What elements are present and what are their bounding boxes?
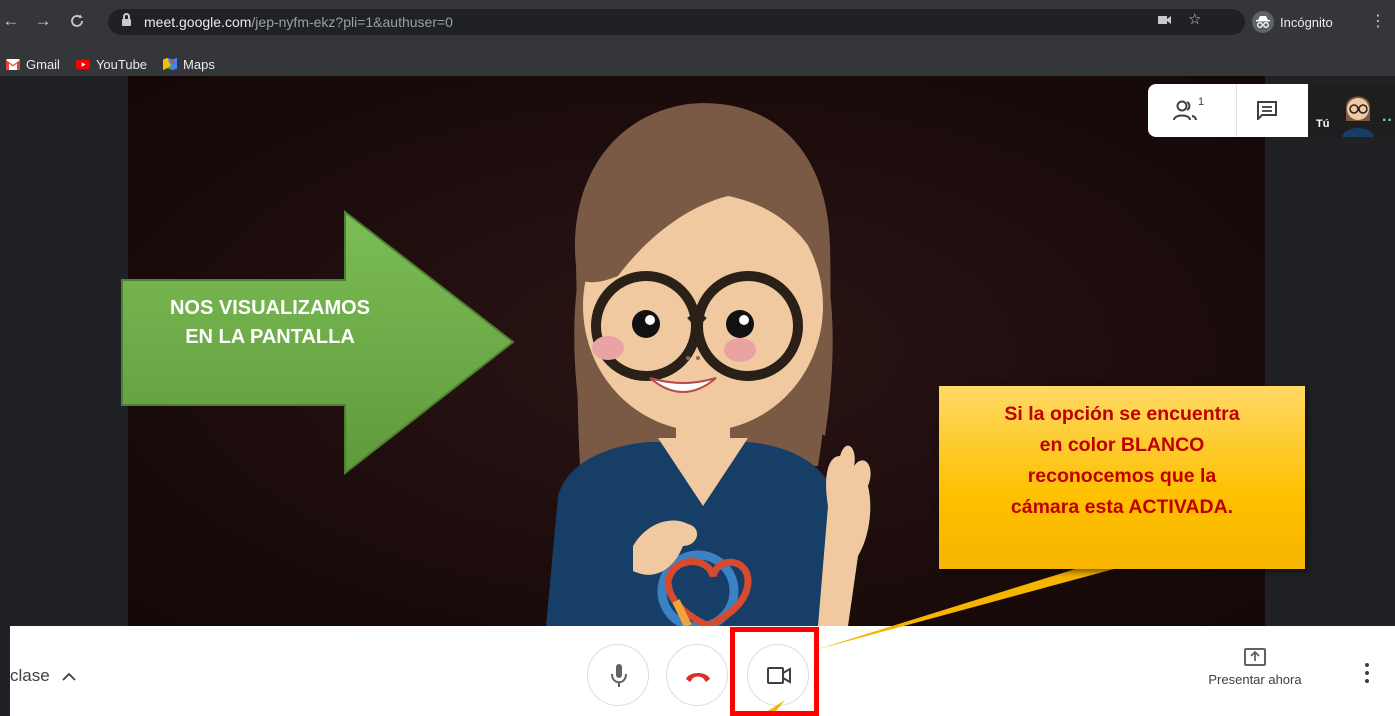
self-view-tile[interactable]: Tú ·· <box>1308 84 1395 137</box>
incognito-icon <box>1252 11 1274 33</box>
participants-button[interactable]: 1 <box>1172 96 1208 129</box>
screenshot: ← → meet.google.com/jep-nyfm-ekz?pli=1&a… <box>0 0 1395 716</box>
incognito-label: Incógnito <box>1280 14 1333 30</box>
arrow-annotation-text: NOS VISUALIZAMOS EN LA PANTALLA <box>120 294 420 352</box>
self-label: Tú <box>1316 118 1330 130</box>
meeting-name: clase <box>10 666 50 685</box>
camera-in-use-icon[interactable] <box>1158 13 1172 30</box>
chat-button[interactable] <box>1256 100 1278 125</box>
callout-line4: cámara esta ACTIVADA. <box>1010 496 1234 518</box>
bookmark-label: Gmail <box>26 56 60 72</box>
yellow-callout: Si la opción se encuentra en color BLANC… <box>939 386 1305 569</box>
callout-text: Si la opción se encuentra en color BLANC… <box>939 399 1305 523</box>
microphone-button[interactable] <box>587 644 649 706</box>
address-bar[interactable]: meet.google.com/jep-nyfm-ekz?pli=1&authu… <box>108 9 1245 35</box>
hang-up-icon <box>686 673 710 682</box>
bookmark-youtube[interactable]: YouTube <box>75 56 148 72</box>
bookmark-gmail[interactable]: Gmail <box>6 57 60 72</box>
present-label: Presentar ahora <box>1208 672 1302 687</box>
browser-menu-icon[interactable]: ⋮ <box>1370 11 1386 31</box>
panel-divider <box>1236 84 1237 137</box>
bookmark-label: Maps <box>183 56 215 72</box>
more-self-options-icon[interactable]: ·· <box>1382 112 1393 130</box>
meet-top-panel: 1 Tú ·· <box>1148 84 1395 137</box>
more-options-icon[interactable] <box>1357 661 1377 685</box>
chat-icon <box>1257 101 1277 122</box>
microphone-icon <box>611 664 627 687</box>
url-host: meet.google.com <box>144 14 252 30</box>
callout-line2: en color BLANCO <box>1039 434 1205 456</box>
present-screen-icon <box>1244 648 1266 666</box>
lock-icon <box>122 13 131 27</box>
meeting-details-toggle[interactable]: clase <box>10 666 76 686</box>
participants-count: 1 <box>1198 96 1205 108</box>
back-arrow-icon[interactable]: ← <box>0 10 22 32</box>
arrow-text-line2: EN LA PANTALLA <box>185 326 355 348</box>
bookmark-maps[interactable]: Maps <box>163 57 215 72</box>
arrow-text-line1: NOS VISUALIZAMOS <box>169 297 370 319</box>
gmail-icon <box>6 58 20 70</box>
callout-line1: Si la opción se encuentra <box>1004 403 1240 425</box>
bookmark-star-icon[interactable]: ☆ <box>1188 10 1201 28</box>
forward-arrow-icon[interactable]: → <box>32 10 54 32</box>
incognito-indicator[interactable]: Incógnito <box>1252 9 1333 35</box>
youtube-icon <box>75 59 90 69</box>
present-now-button[interactable]: Presentar ahora <box>1200 648 1310 687</box>
url-path: /jep-nyfm-ekz?pli=1&authuser=0 <box>251 14 453 30</box>
url-text[interactable]: meet.google.com/jep-nyfm-ekz?pli=1&authu… <box>144 14 453 30</box>
self-avatar <box>1342 96 1374 137</box>
chevron-up-icon <box>62 672 76 681</box>
bookmarks-bar: Gmail YouTube Maps <box>0 52 1395 76</box>
reload-icon[interactable] <box>66 10 88 32</box>
meet-controls-bar: clase Presentar ahora <box>10 626 1395 716</box>
hang-up-button[interactable] <box>666 644 728 706</box>
callout-line3: reconocemos que la <box>1027 465 1217 487</box>
maps-icon <box>163 57 178 71</box>
browser-toolbar: ← → meet.google.com/jep-nyfm-ekz?pli=1&a… <box>0 0 1395 52</box>
camera-highlight-box <box>730 627 819 716</box>
bookmark-label: YouTube <box>95 56 148 72</box>
